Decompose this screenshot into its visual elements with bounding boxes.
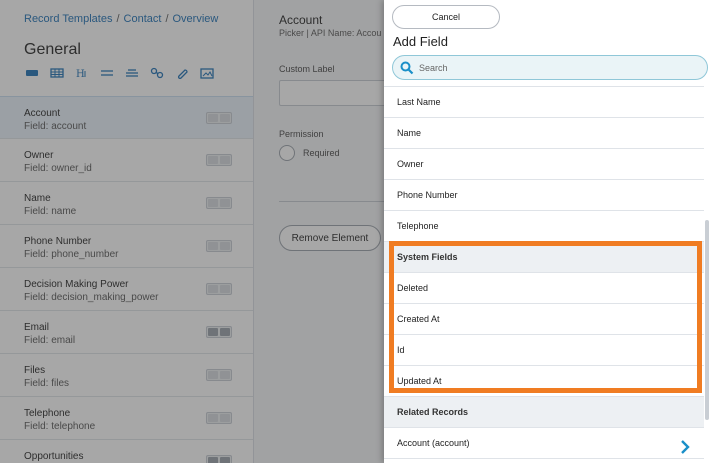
section-header-related-records: Related Records — [384, 397, 704, 428]
add-field-drawer: Cancel Add Field Last Name Name Owner Ph… — [384, 0, 709, 463]
cancel-button[interactable]: Cancel — [392, 5, 500, 29]
add-field-deleted[interactable]: Deleted — [384, 273, 704, 304]
modal-overlay[interactable] — [0, 0, 384, 463]
search-box — [392, 55, 708, 80]
available-field-list: Last Name Name Owner Phone Number Teleph… — [384, 86, 704, 459]
add-field-name[interactable]: Name — [384, 118, 704, 149]
add-field-updated-at[interactable]: Updated At — [384, 366, 704, 397]
add-field-owner[interactable]: Owner — [384, 149, 704, 180]
add-field-id[interactable]: Id — [384, 335, 704, 366]
related-record-label: Account (account) — [397, 438, 470, 448]
add-field-last-name[interactable]: Last Name — [384, 87, 704, 118]
chevron-right-icon — [680, 436, 690, 454]
section-header-system-fields: System Fields — [384, 242, 704, 273]
drawer-scrollbar[interactable] — [705, 220, 709, 420]
add-field-phone-number[interactable]: Phone Number — [384, 180, 704, 211]
add-field-created-at[interactable]: Created At — [384, 304, 704, 335]
search-input[interactable] — [419, 59, 689, 77]
search-icon — [400, 61, 414, 75]
related-record-account[interactable]: Account (account) — [384, 428, 704, 459]
add-field-telephone[interactable]: Telephone — [384, 211, 704, 242]
drawer-title: Add Field — [393, 34, 448, 49]
